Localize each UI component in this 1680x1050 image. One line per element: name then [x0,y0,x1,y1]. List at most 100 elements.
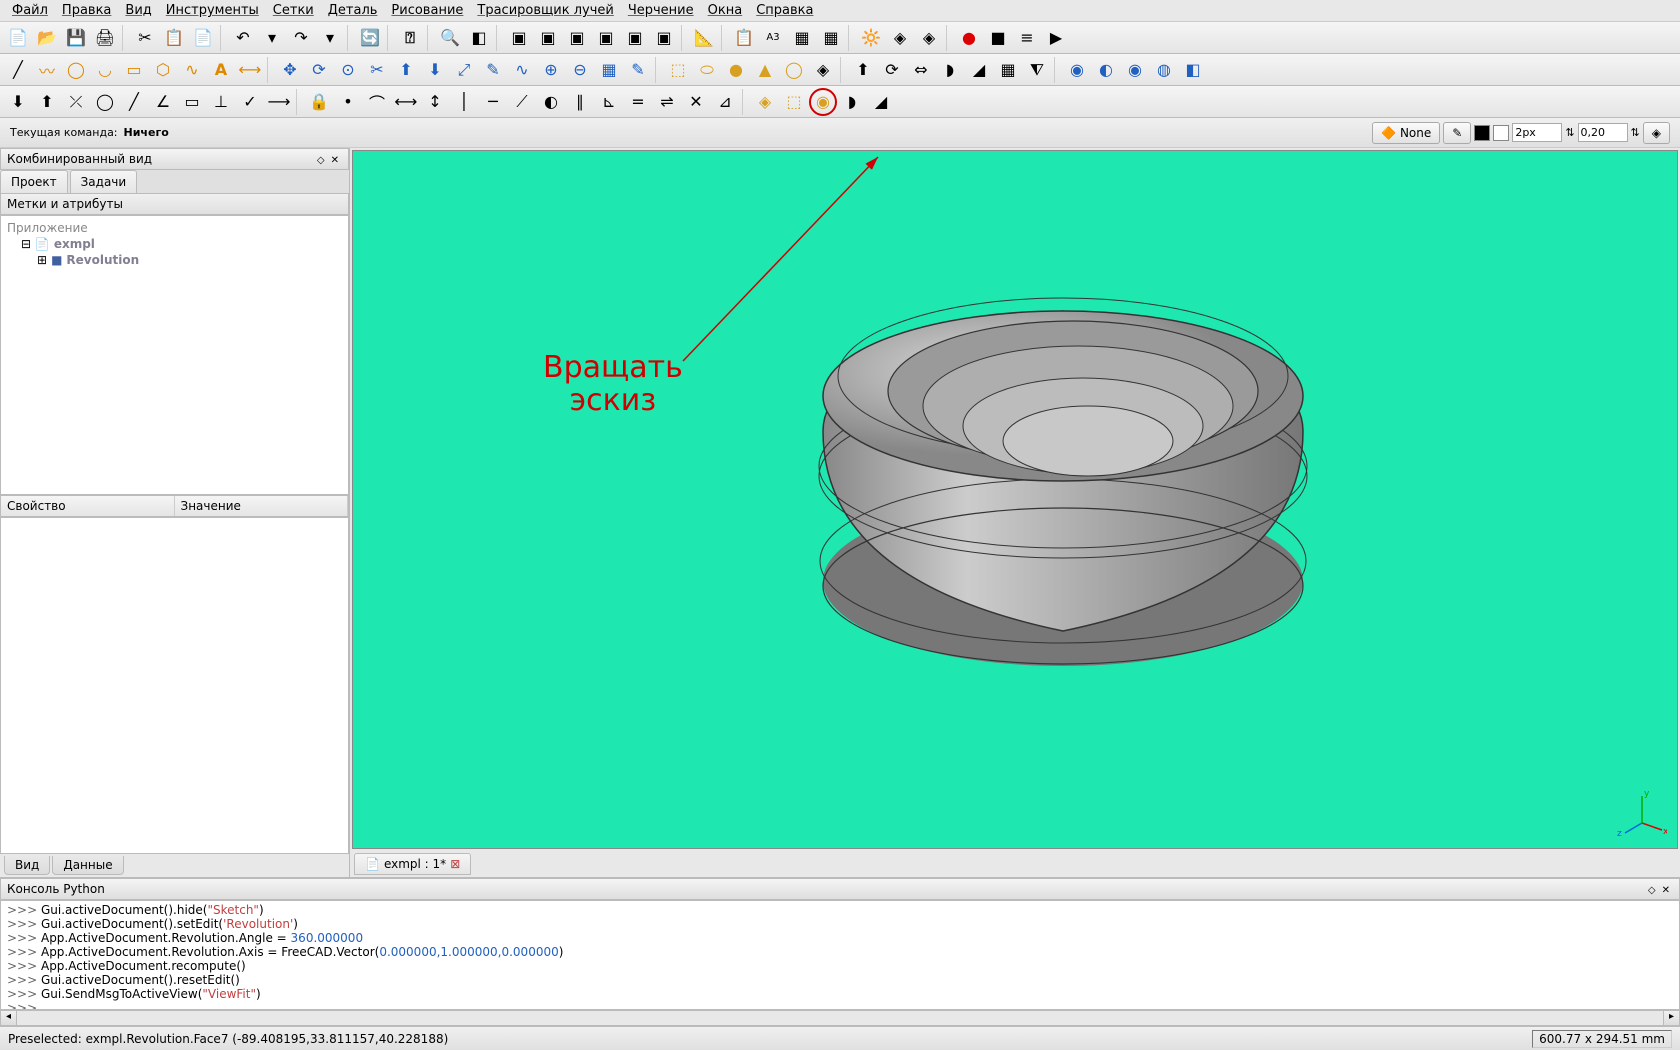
sk-rect-icon[interactable]: ▭ [178,89,206,115]
raytrace-new-icon[interactable]: 🔆 [857,25,885,51]
trimex-icon[interactable]: ✂ [363,57,391,83]
wire2spline-icon[interactable]: ∿ [508,57,536,83]
pd-sketch-icon[interactable]: ◈ [751,89,779,115]
line-icon[interactable]: ╱ [4,57,32,83]
offset-icon[interactable]: ⊙ [334,57,362,83]
downgrade-icon[interactable]: ⬇ [421,57,449,83]
console-body[interactable]: >>> Gui.activeDocument().hide("Sketch")>… [0,900,1680,1010]
shape2d-icon[interactable]: ▦ [595,57,623,83]
wire-icon[interactable]: 〰 [33,57,61,83]
view-right-icon[interactable]: ▣ [563,25,591,51]
sk-radius-icon[interactable]: ◐ [537,89,565,115]
polygon-icon[interactable]: ⬡ [149,57,177,83]
sk-hdist-icon[interactable]: ⟷ [392,89,420,115]
cut-bool-icon[interactable]: ◐ [1092,57,1120,83]
refresh-icon[interactable]: 🔄 [356,25,384,51]
drawing-new-icon[interactable]: 📋 [730,25,758,51]
macro-stop-icon[interactable]: ■ [984,25,1012,51]
sk-line-icon[interactable]: ╱ [120,89,148,115]
sk-vdist-icon[interactable]: ↕ [421,89,449,115]
sk-arc-con-icon[interactable]: ⌒ [363,89,391,115]
view-rear-icon[interactable]: ▣ [592,25,620,51]
raytrace-part-icon[interactable]: ◈ [886,25,914,51]
revolve-icon[interactable]: ⟳ [878,57,906,83]
sk-coincident-icon[interactable]: • [334,89,362,115]
fill-color-swatch[interactable] [1493,125,1509,141]
copy-icon[interactable]: 📋 [160,25,188,51]
bspline-icon[interactable]: ∿ [178,57,206,83]
line-color-swatch[interactable] [1474,125,1490,141]
model-tree[interactable]: Приложение ⊟ 📄 exmpl ⊞ ■ Revolution [0,215,349,495]
redo-menu-icon[interactable]: ▾ [316,25,344,51]
scale-icon[interactable]: ⤢ [450,57,478,83]
cplane-button[interactable]: 🔶 None [1372,122,1440,144]
linewidth-input[interactable] [1512,123,1562,142]
loft-icon[interactable]: ⧨ [1023,57,1051,83]
sk-export-icon[interactable]: ⬆ [33,89,61,115]
construction-button[interactable]: ◈ [1643,122,1670,144]
float-input[interactable] [1578,123,1628,142]
menu-help[interactable]: Справка [750,1,819,20]
sk-vert-icon[interactable]: │ [450,89,478,115]
console-undock-icon[interactable]: ◇ [1645,885,1659,896]
text-icon[interactable]: A [207,57,235,83]
delpoint-icon[interactable]: ⊖ [566,57,594,83]
addpoint-icon[interactable]: ⊕ [537,57,565,83]
sk-angle-icon[interactable]: ∠ [149,89,177,115]
primitives-icon[interactable]: ◈ [809,57,837,83]
sk-perp-icon[interactable]: ⊥ [207,89,235,115]
scroll-right-icon[interactable]: ▸ [1663,1011,1679,1025]
sk-edge-icon[interactable]: ⊿ [711,89,739,115]
rect-icon[interactable]: ▭ [120,57,148,83]
move-icon[interactable]: ✥ [276,57,304,83]
new-icon[interactable]: 📄 [4,25,32,51]
menu-edit[interactable]: Правка [56,1,117,20]
view-bottom-icon[interactable]: ▣ [621,25,649,51]
pd-chamfer-icon[interactable]: ◢ [867,89,895,115]
upgrade-icon[interactable]: ⬆ [392,57,420,83]
boolean-icon[interactable]: ◉ [1063,57,1091,83]
menu-windows[interactable]: Окна [702,1,749,20]
sk-parallel-icon[interactable]: ∥ [566,89,594,115]
menu-view[interactable]: Вид [119,1,157,20]
sk-equal-icon[interactable]: = [624,89,652,115]
sk-tangent-icon[interactable]: ⊾ [595,89,623,115]
menu-tools[interactable]: Инструменты [160,1,265,20]
close-icon[interactable]: ✕ [328,155,342,166]
pd-pad-icon[interactable]: ⬚ [780,89,808,115]
console-close-icon[interactable]: ✕ [1659,885,1673,896]
menu-part[interactable]: Деталь [322,1,384,20]
tree-revolution-row[interactable]: ⊞ ■ Revolution [5,252,344,268]
linewidth-spinner-icon[interactable]: ⇅ [1565,126,1574,139]
union-icon[interactable]: ◉ [1121,57,1149,83]
sk-import-icon[interactable]: ⬇ [4,89,32,115]
menu-draft[interactable]: Рисование [385,1,469,20]
cylinder-icon[interactable]: ⬭ [693,57,721,83]
3d-view[interactable]: Вращать эскиз [352,150,1678,849]
sphere-icon[interactable]: ● [722,57,750,83]
section-icon[interactable]: ◧ [1179,57,1207,83]
sk-check-icon[interactable]: ✓ [236,89,264,115]
console-scrollbar[interactable]: ◂ ▸ [0,1010,1680,1026]
tree-doc-row[interactable]: ⊟ 📄 exmpl [5,236,344,252]
macro-play-icon[interactable]: ▶ [1042,25,1070,51]
box-icon[interactable]: ⬚ [664,57,692,83]
drawing-export-icon[interactable]: ▦ [817,25,845,51]
sk-circle-icon[interactable]: ◯ [91,89,119,115]
view-top-icon[interactable]: ▣ [534,25,562,51]
sk-lock-icon[interactable]: 🔒 [305,89,333,115]
zoom-fit-icon[interactable]: 🔍 [436,25,464,51]
intersect-icon[interactable]: ◍ [1150,57,1178,83]
view-front-icon[interactable]: ▣ [505,25,533,51]
edit-icon[interactable]: ✎ [479,57,507,83]
save-icon[interactable]: 💾 [62,25,90,51]
tab-view[interactable]: Вид [4,856,50,875]
draft2sketch-icon[interactable]: ✎ [624,57,652,83]
chamfer-icon[interactable]: ◢ [965,57,993,83]
menu-file[interactable]: Файл [6,1,54,20]
sk-horiz-icon[interactable]: ─ [479,89,507,115]
float-spinner-icon[interactable]: ⇅ [1631,126,1640,139]
view-axo-icon[interactable]: ◧ [465,25,493,51]
pd-revolution-icon[interactable]: ◉ [809,88,837,116]
document-tab[interactable]: 📄 exmpl : 1* ⊠ [354,853,471,875]
